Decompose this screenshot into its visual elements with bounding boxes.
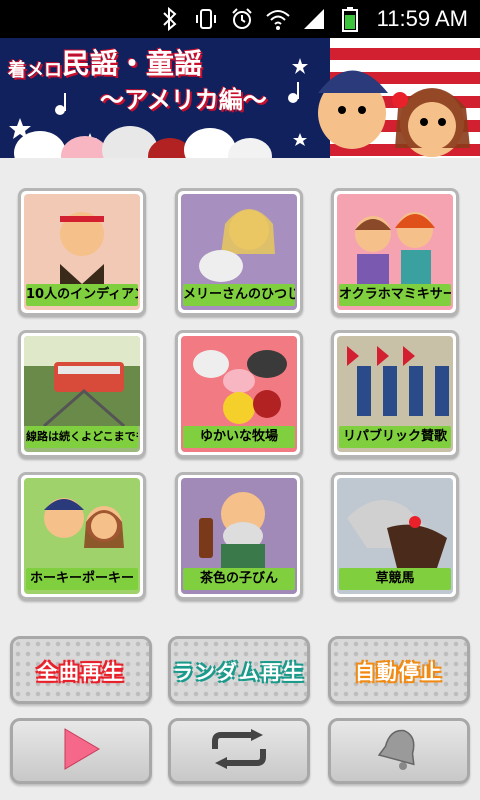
repeat-button[interactable] xyxy=(168,718,310,784)
bluetooth-icon xyxy=(157,6,183,32)
song-label: 茶色の子びん xyxy=(183,568,295,590)
song-label: メリーさんのひつじ xyxy=(183,284,295,306)
song-tile-9[interactable]: 草競馬 xyxy=(331,472,459,600)
song-tile-4[interactable]: 線路は続くよどこまでも xyxy=(18,330,146,458)
song-label: 草競馬 xyxy=(339,568,451,590)
song-tile-8[interactable]: 茶色の子びん xyxy=(175,472,303,600)
play-all-label: 全曲再生 xyxy=(37,659,125,684)
song-tile-6[interactable]: リパブリック賛歌 xyxy=(331,330,459,458)
play-all-button[interactable]: 全曲再生 xyxy=(10,636,152,704)
song-tile-2[interactable]: メリーさんのひつじ xyxy=(175,188,303,316)
song-label: ホーキーポーキー xyxy=(26,568,138,590)
song-label: 10人のインディアン xyxy=(26,284,138,306)
battery-icon xyxy=(337,6,363,32)
alarm-icon xyxy=(229,6,255,32)
play-button[interactable] xyxy=(10,718,152,784)
random-play-button[interactable]: ランダム再生 xyxy=(168,636,310,704)
bell-button[interactable] xyxy=(328,718,470,784)
vibrate-icon xyxy=(193,6,219,32)
song-label: 線路は続くよどこまでも xyxy=(26,426,138,448)
play-icon xyxy=(61,727,101,775)
banner-prefix: 着メロ xyxy=(8,60,62,81)
clock: 11:59 AM xyxy=(376,6,468,31)
banner-title: 着メロ民謡・童謡 xyxy=(8,42,202,82)
song-label: オクラホマミキサー xyxy=(339,284,451,306)
random-play-label: ランダム再生 xyxy=(173,659,305,684)
repeat-icon xyxy=(207,729,271,773)
signal-icon xyxy=(301,6,327,32)
song-label: ゆかいな牧場 xyxy=(183,426,295,448)
banner-subtitle: 〜アメリカ編〜 xyxy=(100,86,267,114)
banner-main-title: 民謡・童謡 xyxy=(62,47,203,80)
app-banner: 着メロ民謡・童謡 〜アメリカ編〜 xyxy=(0,38,480,158)
song-tile-5[interactable]: ゆかいな牧場 xyxy=(175,330,303,458)
song-label: リパブリック賛歌 xyxy=(339,426,451,448)
auto-stop-button[interactable]: 自動停止 xyxy=(328,636,470,704)
auto-stop-label: 自動停止 xyxy=(355,659,443,684)
wifi-icon xyxy=(265,6,291,32)
song-tile-1[interactable]: 10人のインディアン xyxy=(18,188,146,316)
song-tile-7[interactable]: ホーキーポーキー xyxy=(18,472,146,600)
song-tile-3[interactable]: オクラホマミキサー xyxy=(331,188,459,316)
status-bar: 11:59 AM xyxy=(0,0,480,38)
bell-icon xyxy=(377,726,421,776)
